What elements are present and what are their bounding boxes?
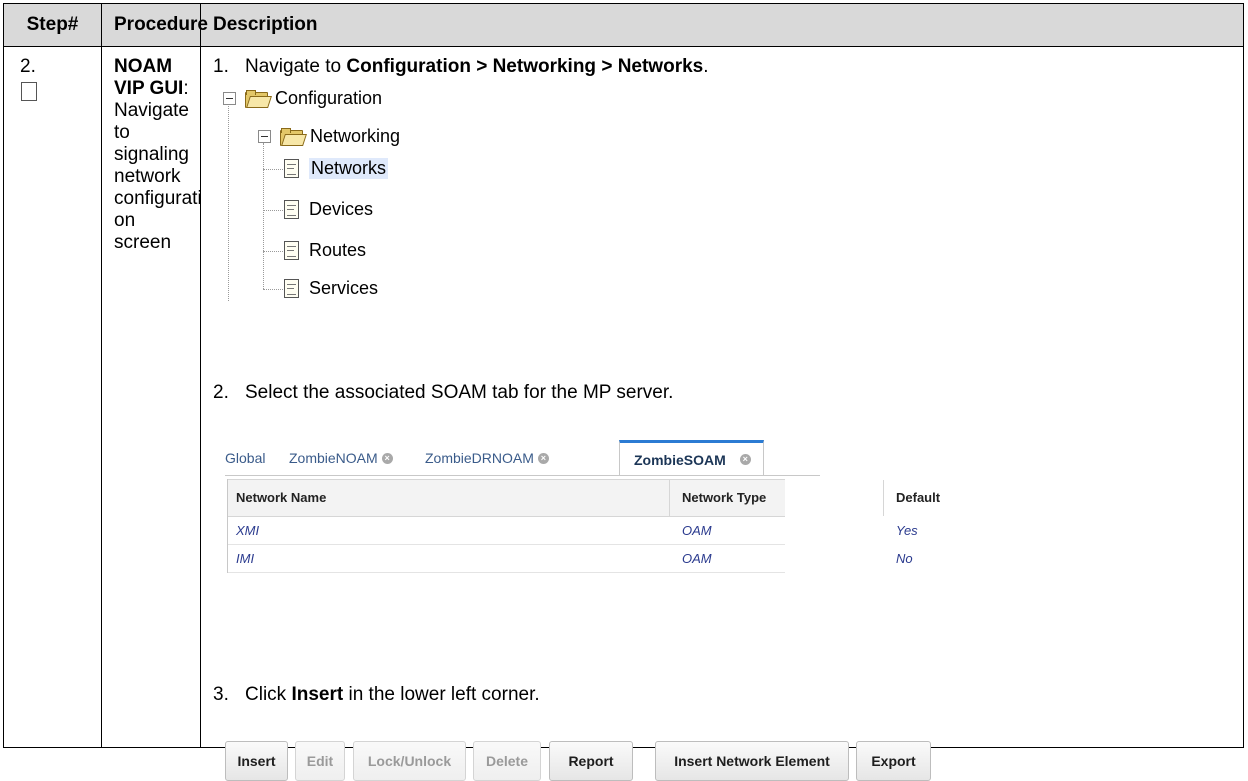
tab-label: ZombieNOAM: [289, 450, 378, 466]
instruction-text: Navigate to: [245, 56, 347, 77]
column-network-name[interactable]: Network Name: [236, 480, 326, 516]
table-header-row: Step# Procedure Description: [3, 3, 1244, 47]
tree-node-routes[interactable]: Routes: [284, 240, 366, 261]
instruction-text: Click: [245, 684, 292, 705]
procedure-line: signaling: [114, 144, 189, 165]
table-row: 2. NOAM VIP GUI: Navigate to signaling n…: [3, 46, 1244, 781]
collapse-icon[interactable]: [223, 92, 236, 105]
cell-network-type: OAM: [682, 523, 712, 538]
instruction-number: 2.: [213, 382, 229, 403]
instruction-2: 2. Select the associated SOAM tab for the…: [213, 382, 673, 404]
procedure-colon: :: [183, 78, 189, 99]
tab-label: ZombieDRNOAM: [425, 450, 534, 466]
grid-header: Network Name Network Type Default: [228, 479, 940, 517]
procedure-line: Navigate to: [114, 100, 189, 143]
folder-open-icon: [245, 90, 272, 108]
procedure-cell: NOAM VIP GUI: Navigate to signaling netw…: [101, 46, 202, 748]
tree-node-networks[interactable]: Networks: [284, 158, 389, 179]
tab-label: Global: [225, 450, 266, 466]
instruction-text: Select the associated SOAM tab for the M…: [245, 382, 674, 403]
tab-zombienoam[interactable]: ZombieNOAM ×: [289, 440, 393, 476]
cell-network-name: XMI: [236, 523, 260, 538]
folder-open-icon: [280, 128, 307, 146]
table-row[interactable]: IMI OAM No: [228, 545, 913, 573]
tree-label: Services: [309, 278, 379, 298]
step-number: 2.: [20, 56, 36, 77]
report-button[interactable]: Report: [549, 741, 633, 781]
tree-label: Networking: [310, 126, 401, 146]
instruction-number: 3.: [213, 684, 229, 705]
procedure-line: network: [114, 166, 181, 187]
instruction-bold: Insert: [291, 684, 344, 705]
close-icon[interactable]: ×: [537, 452, 549, 464]
tree-label: Configuration: [275, 88, 383, 108]
collapse-icon[interactable]: [258, 130, 271, 143]
page-icon: [284, 279, 299, 298]
cell-network-type: OAM: [682, 551, 712, 566]
instruction-1: 1. Navigate to Configuration > Networking…: [213, 56, 709, 78]
header-procedure: Procedure: [101, 3, 208, 47]
page-icon: [284, 241, 299, 260]
tree-label: Routes: [309, 240, 367, 260]
tree-label: Networks: [309, 158, 389, 179]
cell-default: No: [896, 551, 913, 566]
edit-button[interactable]: Edit: [295, 741, 345, 781]
step-cell: 2.: [3, 46, 102, 748]
instruction-number: 1.: [213, 56, 229, 77]
table-row[interactable]: XMI OAM Yes: [228, 517, 918, 545]
export-button[interactable]: Export: [856, 741, 931, 781]
insert-network-element-button[interactable]: Insert Network Element: [655, 741, 849, 781]
close-icon[interactable]: ×: [739, 454, 751, 465]
cell-network-name: IMI: [236, 551, 255, 566]
page-icon: [284, 159, 299, 178]
cell-default: Yes: [896, 523, 918, 538]
instruction-3: 3. Click Insert in the lower left corner.: [213, 684, 540, 706]
lock-unlock-button[interactable]: Lock/Unlock: [353, 741, 466, 781]
delete-button[interactable]: Delete: [473, 741, 541, 781]
procedure-table: Step# Procedure Description 2. NOAM VIP …: [3, 3, 1244, 781]
instruction-bold: Configuration > Networking > Networks: [346, 56, 704, 77]
navigation-tree: Configuration Networking Networks Device…: [223, 87, 623, 311]
column-network-type[interactable]: Network Type: [682, 480, 766, 516]
tree-node-services[interactable]: Services: [284, 278, 378, 299]
procedure-title: NOAM VIP GUI: [114, 56, 184, 99]
procedure-line: configurati: [114, 188, 202, 209]
column-default[interactable]: Default: [896, 480, 940, 516]
description-cell: 1. Navigate to Configuration > Networking…: [200, 46, 1244, 781]
tab-global[interactable]: Global: [225, 440, 265, 476]
header-step: Step#: [3, 3, 102, 47]
tab-label: ZombieSOAM: [634, 451, 726, 468]
tree-node-configuration[interactable]: Configuration: [223, 88, 382, 109]
server-tabs: Global ZombieNOAM × ZombieDRNOAM × ZombieS…: [225, 440, 875, 476]
tab-zombiesoam[interactable]: ZombieSOAM ×: [619, 440, 764, 476]
tree-node-devices[interactable]: Devices: [284, 199, 373, 220]
tree-label: Devices: [309, 199, 374, 219]
instruction-text: in the lower left corner.: [343, 684, 540, 705]
step-checkbox[interactable]: [21, 82, 37, 101]
networks-grid: Network Name Network Type Default XMI OA…: [227, 479, 940, 573]
instruction-text: .: [703, 56, 709, 77]
insert-button[interactable]: Insert: [225, 741, 288, 781]
procedure-line: on screen: [114, 210, 172, 253]
close-icon[interactable]: ×: [381, 452, 393, 464]
action-button-bar: Insert Edit Lock/Unlock Delete Report In…: [225, 741, 1125, 781]
header-description: Description: [200, 3, 1244, 47]
tab-zombiedrnoam[interactable]: ZombieDRNOAM ×: [425, 440, 549, 476]
tree-node-networking[interactable]: Networking: [258, 126, 400, 147]
page-icon: [284, 200, 299, 219]
